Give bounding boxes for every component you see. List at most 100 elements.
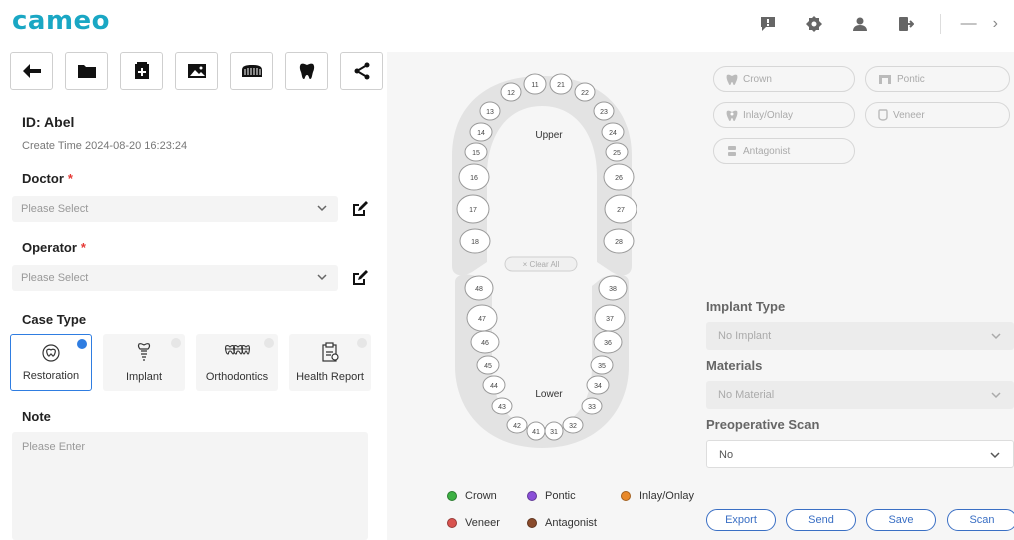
tooth-label: 47 xyxy=(478,316,486,323)
feedback-icon[interactable] xyxy=(756,12,780,36)
tooth-label: 26 xyxy=(615,175,623,182)
tooth-25[interactable]: 25 xyxy=(605,142,629,162)
create-time: Create Time 2024-08-20 16:23:24 xyxy=(22,140,188,152)
tooth-31[interactable]: 31 xyxy=(544,421,564,441)
legend-dot-inlay-onlay xyxy=(621,491,631,501)
legend-pontic: Pontic xyxy=(527,490,576,502)
tooth-32[interactable]: 32 xyxy=(562,416,584,434)
new-case-button[interactable] xyxy=(120,52,163,90)
tooth-33[interactable]: 33 xyxy=(581,397,603,415)
inlay-tooth-icon xyxy=(726,109,738,121)
tooth-35[interactable]: 35 xyxy=(590,355,614,375)
preoperative-scan-select[interactable]: No xyxy=(706,440,1014,468)
tooth-13[interactable]: 13 xyxy=(479,101,501,121)
export-button[interactable]: Export xyxy=(706,509,776,531)
share-button[interactable] xyxy=(340,52,383,90)
open-folder-button[interactable] xyxy=(65,52,108,90)
crown-button[interactable]: Crown xyxy=(713,66,855,92)
case-type-health-report[interactable]: Health Report xyxy=(289,334,371,391)
tooth-label: 35 xyxy=(598,363,606,370)
materials-select[interactable]: No Material xyxy=(706,381,1014,409)
legend-label: Crown xyxy=(465,490,497,502)
tooth-27[interactable]: 27 xyxy=(604,194,637,224)
tooth-34[interactable]: 34 xyxy=(586,375,610,395)
clear-all-button[interactable]: × Clear All xyxy=(504,256,578,272)
tooth-44[interactable]: 44 xyxy=(482,375,506,395)
tooth-label: 34 xyxy=(594,383,602,390)
image-button[interactable] xyxy=(175,52,218,90)
note-placeholder: Please Enter xyxy=(22,441,85,453)
tooth-11[interactable]: 11 xyxy=(523,73,547,95)
save-button[interactable]: Save xyxy=(866,509,936,531)
tooth-24[interactable]: 24 xyxy=(601,122,625,142)
antagonist-button[interactable]: Antagonist xyxy=(713,138,855,164)
tooth-21[interactable]: 21 xyxy=(549,73,573,95)
tooth-28[interactable]: 28 xyxy=(603,228,635,254)
legend-dot-pontic xyxy=(527,491,537,501)
tooth-label: 27 xyxy=(617,207,625,214)
edit-doctor-icon[interactable] xyxy=(352,201,368,217)
legend-dot-veneer xyxy=(447,518,457,528)
tooth-14[interactable]: 14 xyxy=(469,122,493,142)
tooth-16[interactable]: 16 xyxy=(458,163,490,191)
minimize-icon[interactable]: — xyxy=(961,15,977,33)
doctor-select[interactable]: Please Select xyxy=(12,196,338,222)
tooth-label: 48 xyxy=(475,286,483,293)
tooth-label: 17 xyxy=(469,207,477,214)
logout-icon[interactable] xyxy=(894,12,918,36)
close-icon[interactable]: › xyxy=(993,15,998,33)
tooth-48[interactable]: 48 xyxy=(464,275,494,301)
scan-button[interactable]: Scan xyxy=(947,509,1014,531)
chevron-down-icon xyxy=(317,205,327,212)
tooth-42[interactable]: 42 xyxy=(506,416,528,434)
tooth-18[interactable]: 18 xyxy=(459,228,491,254)
folder-icon xyxy=(77,65,96,78)
arch-button[interactable] xyxy=(230,52,273,90)
operator-select[interactable]: Please Select xyxy=(12,265,338,291)
tooth-37[interactable]: 37 xyxy=(594,304,626,332)
tooth-label: 21 xyxy=(557,82,565,89)
user-icon[interactable] xyxy=(848,12,872,36)
tooth-41[interactable]: 41 xyxy=(526,421,546,441)
case-type-restoration[interactable]: Restoration xyxy=(10,334,92,391)
tooth-button[interactable] xyxy=(285,52,328,90)
note-textarea[interactable]: Please Enter xyxy=(12,432,368,540)
tooth-47[interactable]: 47 xyxy=(466,304,498,332)
tooth-17[interactable]: 17 xyxy=(456,194,490,224)
legend-crown: Crown xyxy=(447,490,497,502)
veneer-icon xyxy=(878,109,888,121)
tooth-26[interactable]: 26 xyxy=(603,163,635,191)
tooth-label: 18 xyxy=(471,239,479,246)
tooth-15[interactable]: 15 xyxy=(464,142,488,162)
edit-operator-icon[interactable] xyxy=(352,270,368,286)
veneer-button[interactable]: Veneer xyxy=(865,102,1010,128)
toolbar xyxy=(10,52,383,90)
tooth-label: 37 xyxy=(606,316,614,323)
case-type-orthodontics[interactable]: Orthodontics xyxy=(196,334,278,391)
inlay-onlay-button[interactable]: Inlay/Onlay xyxy=(713,102,855,128)
implant-type-value: No Implant xyxy=(718,330,772,342)
tooth-label: 24 xyxy=(609,130,617,137)
tooth-23[interactable]: 23 xyxy=(593,101,615,121)
tooth-label: 41 xyxy=(532,429,540,436)
tooth-36[interactable]: 36 xyxy=(593,330,623,354)
note-label: Note xyxy=(22,409,51,424)
app-logo: cameo xyxy=(12,6,111,36)
tooth-45[interactable]: 45 xyxy=(476,355,500,375)
back-button[interactable] xyxy=(10,52,53,90)
tooth-12[interactable]: 12 xyxy=(500,82,522,102)
restoration-tooth-icon xyxy=(42,344,60,362)
tooth-46[interactable]: 46 xyxy=(470,330,500,354)
tooth-43[interactable]: 43 xyxy=(491,397,513,415)
tooth-label: 22 xyxy=(581,90,589,97)
tooth-38[interactable]: 38 xyxy=(598,275,628,301)
gear-icon[interactable] xyxy=(802,12,826,36)
crown-button-label: Crown xyxy=(743,73,772,85)
implant-type-select[interactable]: No Implant xyxy=(706,322,1014,350)
send-button[interactable]: Send xyxy=(786,509,856,531)
share-icon xyxy=(354,62,369,80)
tooth-22[interactable]: 22 xyxy=(574,82,596,102)
legend-dot-crown xyxy=(447,491,457,501)
case-type-implant[interactable]: Implant xyxy=(103,334,185,391)
pontic-button[interactable]: Pontic xyxy=(865,66,1010,92)
